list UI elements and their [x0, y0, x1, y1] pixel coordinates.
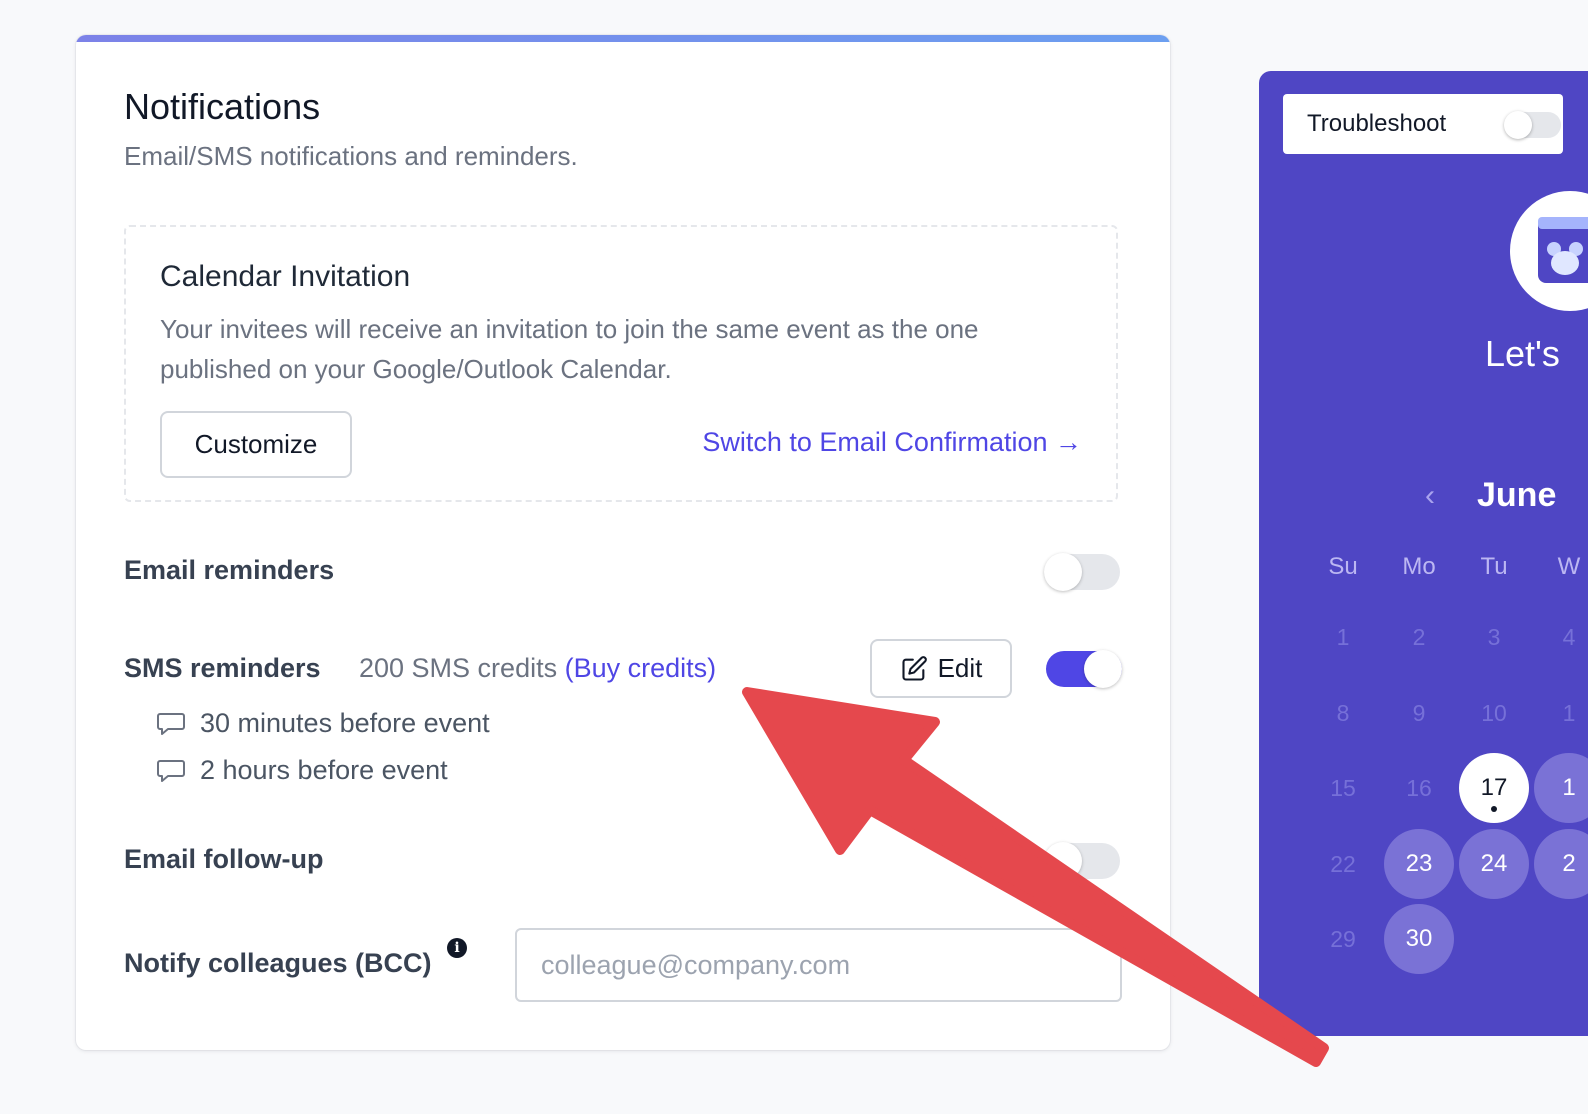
- month-title: June: [1477, 476, 1557, 514]
- page-subtitle: Email/SMS notifications and reminders.: [124, 141, 578, 171]
- calendar-day-available[interactable]: 30: [1384, 904, 1454, 974]
- calendar-invitation-description: Your invitees will receive an invitation…: [160, 314, 979, 384]
- toggle-knob: [1044, 553, 1082, 591]
- calendar-day: 9: [1412, 700, 1426, 726]
- calendar-invitation-box: Calendar Invitation Your invitees will r…: [124, 225, 1118, 502]
- card-accent-bar: [76, 35, 1170, 42]
- chat-bubble-icon: [156, 710, 186, 738]
- calendar-day: 2: [1412, 624, 1426, 650]
- today-dot: [1491, 806, 1497, 812]
- calendar-day-available[interactable]: 2: [1534, 829, 1588, 899]
- troubleshoot-bar: Troubleshoot: [1283, 94, 1563, 154]
- email-followup-toggle[interactable]: [1044, 842, 1120, 880]
- sms-credits-count: 200 SMS credits: [359, 653, 558, 683]
- sms-reminders-toggle[interactable]: [1046, 650, 1122, 688]
- customize-button[interactable]: Customize: [160, 411, 352, 478]
- notifications-card: Notifications Email/SMS notifications an…: [76, 35, 1170, 1050]
- sms-reminder-item: 30 minutes before event: [156, 708, 490, 739]
- calendar-day-available[interactable]: 24: [1459, 829, 1529, 899]
- calendar-day-available[interactable]: 1: [1534, 753, 1588, 823]
- weekday-label: W: [1557, 553, 1581, 580]
- toggle-knob: [1044, 842, 1082, 880]
- calendar-day-number: 17: [1480, 774, 1508, 801]
- email-followup-label: Email follow-up: [124, 844, 324, 874]
- calendar-day: 1: [1336, 624, 1350, 650]
- troubleshoot-label: Troubleshoot: [1307, 110, 1447, 137]
- sms-reminder-text: 2 hours before event: [200, 755, 448, 785]
- chevron-left-icon[interactable]: ‹: [1425, 479, 1435, 513]
- info-circle-icon[interactable]: i: [447, 938, 467, 958]
- email-reminders-label: Email reminders: [124, 555, 335, 585]
- edit-sms-button[interactable]: Edit: [870, 639, 1012, 698]
- toggle-knob: [1084, 650, 1122, 688]
- calendar-day: 1: [1562, 700, 1576, 726]
- preview-greeting: Let's: [1485, 333, 1560, 374]
- calendar-day: 16: [1406, 775, 1432, 801]
- calendar-day: 29: [1330, 926, 1356, 952]
- weekday-label: Tu: [1480, 553, 1508, 580]
- toggle-knob: [1504, 111, 1532, 139]
- buy-credits-link[interactable]: (Buy credits): [565, 653, 717, 683]
- edit-button-label: Edit: [937, 653, 983, 683]
- email-reminders-toggle[interactable]: [1044, 553, 1120, 591]
- calendar-day: 4: [1562, 624, 1576, 650]
- calendar-mascot-icon: [1538, 217, 1588, 283]
- sms-credits: 200 SMS credits (Buy credits): [359, 653, 716, 684]
- calendar-invitation-title: Calendar Invitation: [160, 260, 411, 293]
- weekday-label: Mo: [1402, 553, 1436, 580]
- avatar: [1510, 191, 1588, 311]
- troubleshoot-toggle[interactable]: [1504, 111, 1561, 139]
- calendar-day: 10: [1481, 700, 1507, 726]
- calendar-day-today[interactable]: 17: [1459, 753, 1529, 823]
- sms-reminders-label: SMS reminders: [124, 653, 321, 683]
- notify-colleagues-label: Notify colleagues (BCC): [124, 948, 432, 978]
- calendar-day: 15: [1330, 775, 1356, 801]
- calendar-day: 22: [1330, 851, 1356, 877]
- sms-reminder-item: 2 hours before event: [156, 755, 448, 786]
- calendar-day-available[interactable]: 23: [1384, 829, 1454, 899]
- pencil-square-icon: [900, 655, 928, 683]
- booking-preview-panel: Troubleshoot Let's ‹ June Su Mo Tu W 1 2…: [1259, 71, 1588, 1036]
- chat-bubble-icon: [156, 757, 186, 785]
- page-title: Notifications: [124, 86, 321, 127]
- calendar-day: 8: [1336, 700, 1350, 726]
- bcc-email-input[interactable]: [515, 928, 1122, 1002]
- weekday-label: Su: [1328, 553, 1358, 580]
- sms-reminder-text: 30 minutes before event: [200, 708, 490, 738]
- switch-to-email-confirmation-link[interactable]: Switch to Email Confirmation →: [702, 427, 1082, 458]
- calendar-day: 3: [1487, 624, 1501, 650]
